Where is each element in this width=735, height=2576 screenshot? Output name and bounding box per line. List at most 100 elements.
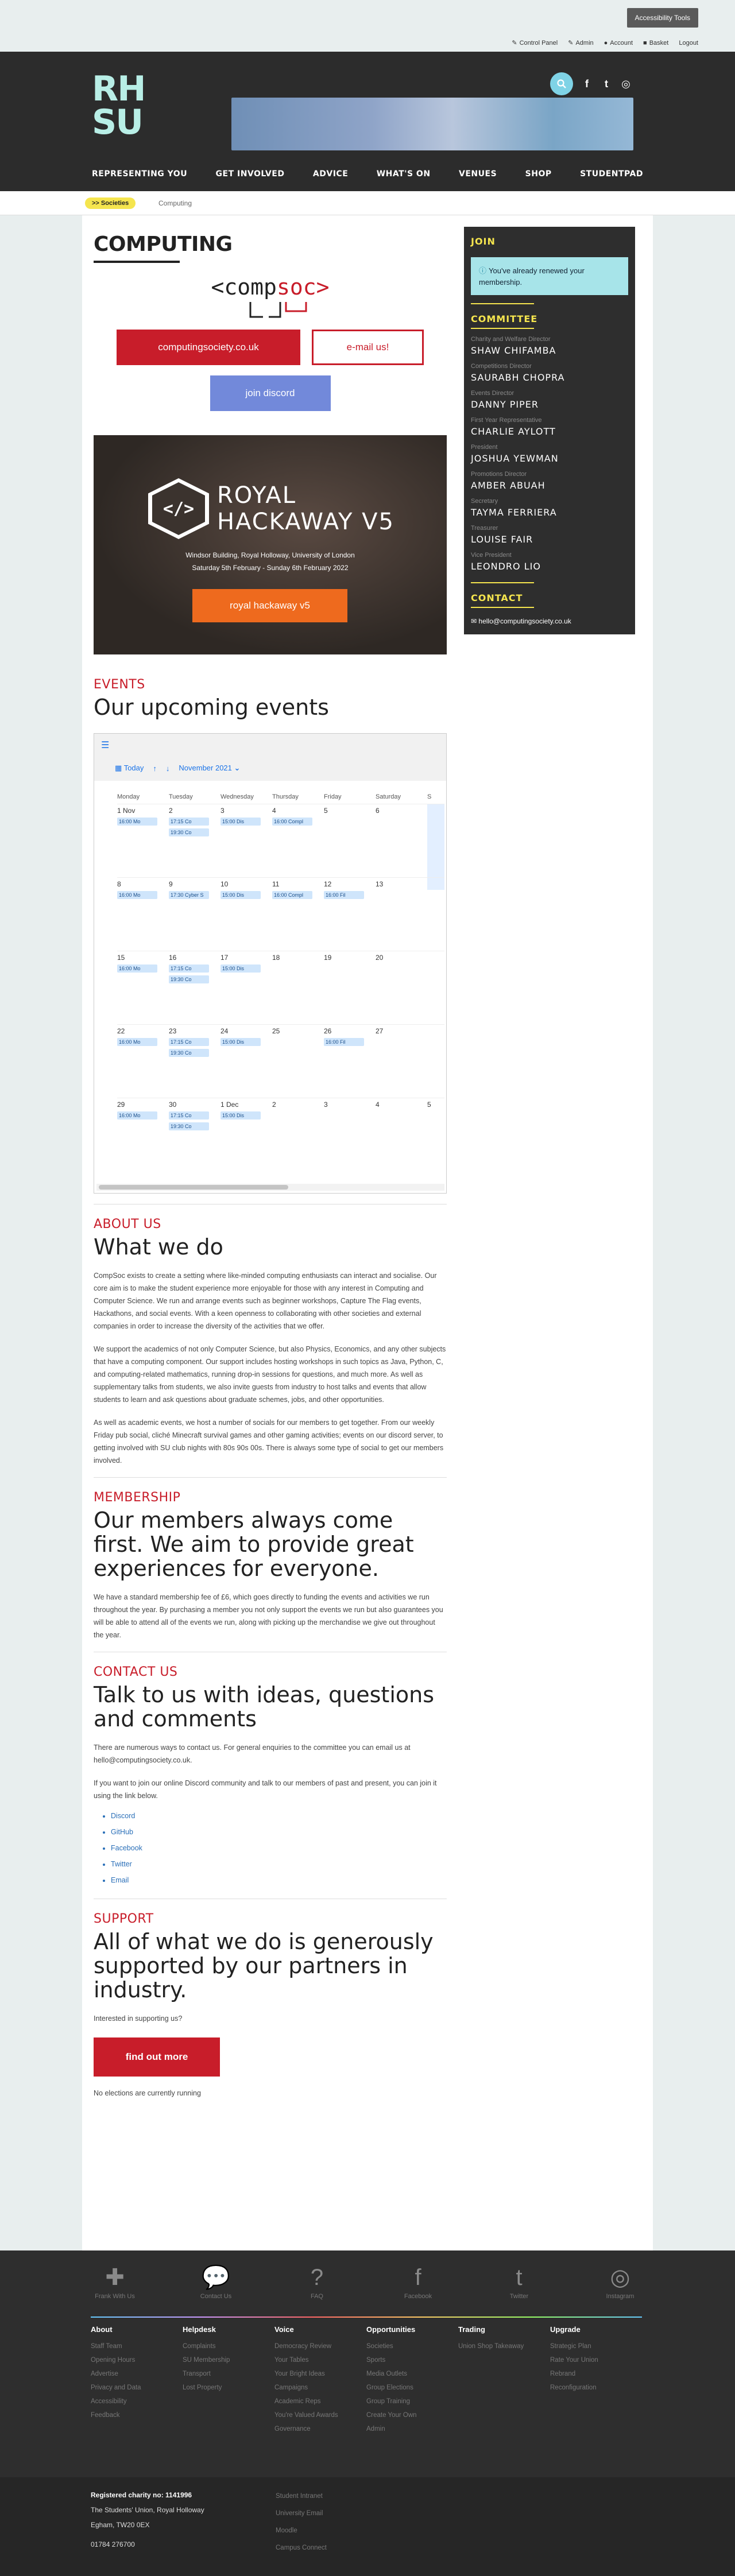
calendar-day-cell[interactable]: 24 15:00 Dis — [220, 1027, 272, 1046]
join-discord-button[interactable]: join discord — [210, 375, 331, 411]
search-button[interactable] — [550, 72, 573, 95]
github-link[interactable]: GitHub — [111, 1824, 447, 1840]
nav-whats-on[interactable]: WHAT'S ON — [377, 169, 431, 179]
footer-link-instagram[interactable]: ◎ Instagram — [589, 2262, 652, 2300]
hackaway-button[interactable]: royal hackaway v5 — [192, 589, 347, 622]
calendar-today-button[interactable]: ▦ Today — [115, 764, 144, 773]
header-banner-image[interactable] — [231, 98, 633, 150]
nav-representing-you[interactable]: REPRESENTING YOU — [92, 169, 187, 179]
calendar-day-cell[interactable]: 23 17:15 Co 19:30 Co — [169, 1027, 220, 1057]
calendar-day-cell[interactable]: 27 — [376, 1027, 427, 1035]
calendar-event[interactable]: 19:30 Co — [169, 975, 209, 983]
calendar-event[interactable]: 17:30 Cyber S — [169, 891, 209, 899]
calendar-day-cell[interactable]: 4 — [376, 1101, 427, 1109]
calendar-event[interactable]: 16:00 Fil — [324, 1038, 364, 1046]
email-link[interactable]: Email — [111, 1872, 447, 1888]
prev-arrow-icon[interactable]: ↑ — [153, 764, 157, 773]
nav-studentpad[interactable]: STUDENTPAD — [580, 169, 643, 179]
footer-link-facebook[interactable]: f Facebook — [386, 2262, 450, 2300]
calendar-day-cell[interactable]: 1 Dec 15:00 Dis — [220, 1101, 272, 1120]
find-out-more-button[interactable]: find out more — [94, 2037, 220, 2077]
student-intranet-link[interactable]: Student Intranet — [276, 2488, 327, 2505]
rhsu-logo[interactable]: RH SU — [92, 72, 155, 140]
calendar-scrollbar-thumb[interactable] — [99, 1185, 288, 1190]
moodle-link[interactable]: Moodle — [276, 2522, 327, 2539]
calendar-day-cell[interactable]: 9 17:30 Cyber S — [169, 880, 220, 899]
next-arrow-icon[interactable]: ↓ — [166, 764, 170, 773]
calendar-day-cell[interactable]: 6 — [376, 807, 427, 815]
logout-link[interactable]: Logout — [679, 39, 698, 47]
facebook-link[interactable]: Facebook — [111, 1840, 447, 1856]
footer-link[interactable]: Strategic Plan — [550, 2339, 642, 2353]
footer-link[interactable]: Advertise — [91, 2367, 183, 2381]
footer-link[interactable]: Democracy Review — [274, 2339, 366, 2353]
footer-link-question[interactable]: ? FAQ — [285, 2262, 349, 2300]
footer-link[interactable]: Group Training — [366, 2395, 458, 2408]
calendar-day-cell[interactable]: 29 16:00 Mo — [117, 1101, 169, 1120]
calendar-event[interactable]: 16:00 Mo — [117, 891, 157, 899]
footer-link[interactable]: Group Elections — [366, 2381, 458, 2395]
calendar-event[interactable]: 16:00 Compl — [272, 891, 312, 899]
university-email-link[interactable]: University Email — [276, 2505, 327, 2522]
calendar-day-cell[interactable]: 18 — [272, 954, 324, 962]
footer-link[interactable]: Union Shop Takeaway — [458, 2339, 550, 2353]
calendar-event[interactable]: 16:00 Mo — [117, 1111, 157, 1120]
account-link[interactable]: ● Account — [604, 39, 633, 47]
calendar-event[interactable]: 15:00 Dis — [220, 1111, 261, 1120]
calendar-day-cell[interactable]: 20 — [376, 954, 427, 962]
footer-link[interactable]: Feedback — [91, 2408, 183, 2422]
campus-connect-link[interactable]: Campus Connect — [276, 2539, 327, 2556]
calendar-day-cell[interactable]: 19 — [324, 954, 376, 962]
twitter-link[interactable]: Twitter — [111, 1856, 447, 1872]
calendar-day-cell[interactable]: 16 17:15 Co 19:30 Co — [169, 954, 220, 983]
calendar-day-cell[interactable]: 2 — [272, 1101, 324, 1109]
calendar-event[interactable]: 16:00 Mo — [117, 964, 157, 973]
calendar-event[interactable]: 15:00 Dis — [220, 1038, 261, 1046]
footer-link[interactable]: You're Valued Awards — [274, 2408, 366, 2422]
calendar-day-cell[interactable]: 25 — [272, 1027, 324, 1035]
footer-link[interactable]: Media Outlets — [366, 2367, 458, 2381]
calendar-event[interactable]: 16:00 Compl — [272, 818, 312, 826]
calendar-event[interactable]: 15:00 Dis — [220, 818, 261, 826]
nav-shop[interactable]: SHOP — [525, 169, 552, 179]
menu-icon[interactable]: ☰ — [101, 739, 109, 751]
footer-link[interactable]: Admin — [366, 2422, 458, 2436]
discord-link[interactable]: Discord — [111, 1808, 447, 1824]
calendar-day-cell[interactable]: 3 — [324, 1101, 376, 1109]
calendar-day-cell[interactable]: 3 15:00 Dis — [220, 807, 272, 826]
footer-link[interactable]: Lost Property — [183, 2381, 274, 2395]
footer-link[interactable]: SU Membership — [183, 2353, 274, 2367]
calendar-day-cell[interactable]: 10 15:00 Dis — [220, 880, 272, 899]
calendar-day-cell[interactable]: 17 15:00 Dis — [220, 954, 272, 973]
footer-link-chat[interactable]: 💬 Contact Us — [184, 2262, 247, 2300]
calendar-day-cell[interactable]: 26 16:00 Fil — [324, 1027, 376, 1046]
footer-link[interactable]: Governance — [274, 2422, 366, 2436]
calendar-event[interactable]: 16:00 Mo — [117, 818, 157, 826]
footer-link[interactable]: Academic Reps — [274, 2395, 366, 2408]
facebook-icon[interactable]: f — [581, 78, 593, 90]
nav-venues[interactable]: VENUES — [459, 169, 497, 179]
basket-link[interactable]: ■ Basket — [643, 39, 668, 47]
calendar-event[interactable]: 15:00 Dis — [220, 964, 261, 973]
footer-link[interactable]: Create Your Own — [366, 2408, 458, 2422]
calendar-day-cell[interactable]: 30 17:15 Co 19:30 Co — [169, 1101, 220, 1130]
footer-link-twitter[interactable]: t Twitter — [488, 2262, 551, 2300]
month-selector[interactable]: November 2021 ⌄ — [179, 764, 240, 773]
calendar-event[interactable]: 16:00 Mo — [117, 1038, 157, 1046]
footer-link[interactable]: Societies — [366, 2339, 458, 2353]
footer-link[interactable]: Privacy and Data — [91, 2381, 183, 2395]
footer-link[interactable]: Opening Hours — [91, 2353, 183, 2367]
calendar-event[interactable]: 16:00 Fil — [324, 891, 364, 899]
calendar-day-cell[interactable]: 15 16:00 Mo — [117, 954, 169, 973]
footer-link[interactable]: Staff Team — [91, 2339, 183, 2353]
footer-link[interactable]: Rebrand — [550, 2367, 642, 2381]
calendar-day-cell[interactable]: 11 16:00 Compl — [272, 880, 324, 899]
calendar-day-cell[interactable]: 4 16:00 Compl — [272, 807, 324, 826]
footer-link[interactable]: Your Tables — [274, 2353, 366, 2367]
calendar-day-cell[interactable]: 13 — [376, 880, 427, 888]
footer-link[interactable]: Your Bright Ideas — [274, 2367, 366, 2381]
footer-link[interactable]: Transport — [183, 2367, 274, 2381]
calendar-day-cell[interactable]: 8 16:00 Mo — [117, 880, 169, 899]
breadcrumb-societies[interactable]: >> Societies — [85, 197, 136, 209]
sidebar-email[interactable]: ✉ hello@computingsociety.co.uk — [471, 617, 628, 625]
